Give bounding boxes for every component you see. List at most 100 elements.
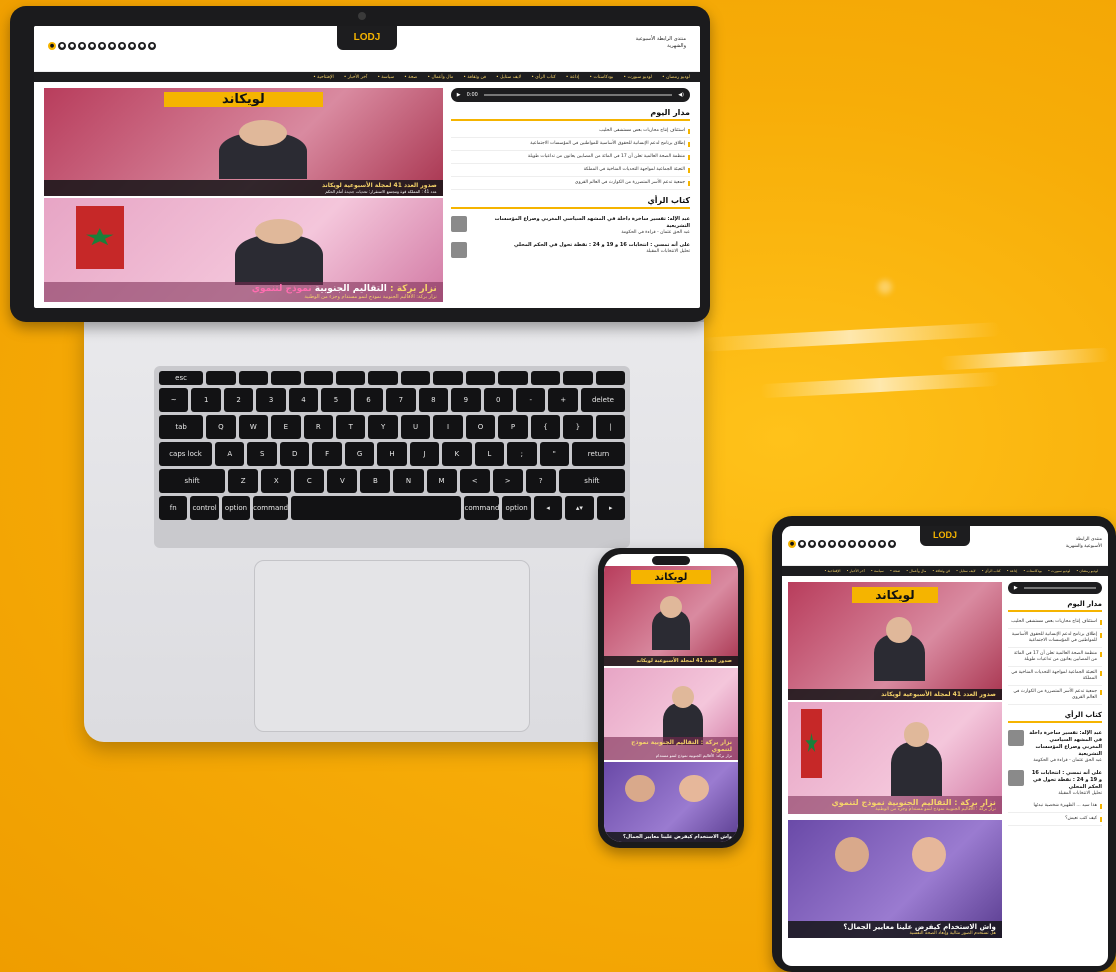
tablet-hero-1[interactable]: لويكاند صدور العدد 41 لمجلة الأسبوعية لو… bbox=[788, 582, 1002, 700]
key[interactable]: G bbox=[344, 442, 375, 466]
play-icon[interactable]: ▶ bbox=[457, 92, 461, 98]
key[interactable]: command bbox=[253, 496, 289, 520]
key[interactable]: U bbox=[400, 415, 431, 439]
pinterest-icon[interactable]: ● bbox=[818, 540, 826, 548]
hero-slide-2[interactable]: نزار بركة : التقاليم الجنوبية نموذج لتنم… bbox=[44, 198, 443, 302]
key[interactable]: 8 bbox=[418, 388, 449, 412]
key[interactable]: T bbox=[335, 415, 366, 439]
key[interactable]: 6 bbox=[353, 388, 384, 412]
pinterest-icon[interactable]: ● bbox=[78, 42, 86, 50]
key[interactable] bbox=[465, 371, 496, 385]
key[interactable]: ▴▾ bbox=[565, 496, 594, 520]
x-icon[interactable]: ● bbox=[118, 42, 126, 50]
nav-item[interactable]: • لايف ستايل bbox=[496, 75, 521, 80]
key[interactable] bbox=[368, 371, 398, 385]
key[interactable] bbox=[530, 371, 561, 385]
phone-hero-1[interactable]: لويكاند صدور العدد 41 لمجلة الأسبوعية لو… bbox=[604, 566, 738, 666]
key[interactable]: W bbox=[238, 415, 269, 439]
key[interactable] bbox=[335, 371, 366, 385]
key[interactable]: control bbox=[190, 496, 219, 520]
key[interactable]: 9 bbox=[451, 388, 481, 412]
audio-progress[interactable] bbox=[1023, 587, 1096, 589]
key[interactable] bbox=[271, 371, 301, 385]
news-item[interactable]: جمعية تدعم الأسر المتضررة من الكوارث في … bbox=[1007, 686, 1103, 705]
key[interactable]: O bbox=[465, 415, 496, 439]
key[interactable]: K bbox=[442, 442, 472, 466]
nav-item[interactable]: • الإفتتاحية bbox=[824, 569, 840, 573]
news-item[interactable]: جمعية تدعم الأسر المتضررة من الكوارث في … bbox=[450, 177, 691, 190]
key[interactable] bbox=[498, 371, 528, 385]
nav-item[interactable]: • فن وثقافة bbox=[932, 569, 950, 573]
nav-item[interactable]: • لوديو رمضان bbox=[1076, 569, 1098, 573]
key[interactable]: - bbox=[515, 388, 546, 412]
key[interactable]: C bbox=[294, 469, 325, 493]
instagram-icon[interactable]: ● bbox=[808, 540, 816, 548]
nav-item[interactable]: • آخر الأخبار bbox=[344, 75, 368, 80]
key[interactable]: ~ bbox=[159, 388, 189, 412]
nav-item[interactable]: • إذاعة bbox=[566, 75, 580, 80]
key[interactable]: command bbox=[464, 496, 500, 520]
news-item[interactable]: استئناف إنتاج محاربات بعض مستشفى الحليب bbox=[450, 125, 691, 138]
news-item[interactable]: كيف كتب نعيش؟ bbox=[1007, 813, 1103, 826]
key[interactable]: S bbox=[247, 442, 277, 466]
facebook-icon[interactable]: ● bbox=[838, 540, 846, 548]
laptop-keyboard[interactable]: esc ~1 2 3 4 5 6 7 8 9 0- + delete tab Q W E R T Y U I O P{} | ca… bbox=[154, 366, 630, 548]
nav-item[interactable]: • الإفتتاحية bbox=[313, 75, 334, 80]
key[interactable] bbox=[238, 371, 269, 385]
key[interactable]: shift bbox=[558, 469, 625, 493]
opinion-item[interactable]: عبد الإله: تفسير ساخرة داخلة في المشهد ا… bbox=[1007, 727, 1102, 767]
key[interactable]: ; bbox=[507, 442, 537, 466]
key[interactable] bbox=[433, 371, 463, 385]
key[interactable]: esc bbox=[159, 371, 204, 385]
tiktok-icon[interactable]: ● bbox=[58, 42, 66, 50]
opinion-item[interactable]: على أنه تمسي : انتخابات 16 و 19 و 24 : ن… bbox=[450, 239, 690, 261]
key[interactable]: option bbox=[502, 496, 531, 520]
nav-item[interactable]: • كتاب الرأي bbox=[982, 569, 1001, 573]
key[interactable]: ? bbox=[525, 469, 556, 493]
key[interactable]: I bbox=[433, 415, 463, 439]
key[interactable]: Q bbox=[206, 415, 236, 439]
key[interactable]: E bbox=[271, 415, 301, 439]
key[interactable]: M bbox=[426, 469, 457, 493]
linkedin-icon[interactable]: ● bbox=[848, 540, 856, 548]
tablet-hero-2[interactable]: نزار بركة : التقاليم الجنوبية نموذج لتنم… bbox=[788, 702, 1002, 814]
nav-item[interactable]: • آخر الأخبار bbox=[846, 569, 864, 573]
instagram-icon[interactable]: ● bbox=[68, 42, 76, 50]
key[interactable]: N bbox=[393, 469, 424, 493]
key[interactable]: 2 bbox=[223, 388, 254, 412]
key[interactable]: shift bbox=[159, 469, 226, 493]
youtube-icon[interactable]: ● bbox=[48, 42, 56, 50]
key[interactable]: fn bbox=[159, 496, 188, 520]
tiktok-icon[interactable]: ● bbox=[798, 540, 806, 548]
key[interactable]: option bbox=[221, 496, 251, 520]
key[interactable]: return bbox=[572, 442, 626, 466]
nav-item[interactable]: • كتاب الرأي bbox=[531, 75, 556, 80]
site-logo[interactable]: LODJ bbox=[920, 526, 970, 546]
nav-item[interactable]: • مال وأعمال bbox=[906, 569, 926, 573]
phone-hero-2[interactable]: نزار بركة : التقاليم الجنوبية نموذج لتنم… bbox=[604, 668, 738, 760]
nav-item[interactable]: • لوديو سبورت bbox=[623, 75, 652, 80]
nav-item[interactable]: • إذاعة bbox=[1007, 569, 1018, 573]
nav-item[interactable]: • بودكاستات bbox=[589, 75, 613, 80]
hero-headline[interactable]: صدور العدد 41 لمجلة الأسبوعية لويكاند bbox=[322, 182, 437, 189]
key[interactable]: L bbox=[474, 442, 505, 466]
key[interactable]: A bbox=[215, 442, 245, 466]
news-item[interactable]: التعبئة الجماعية لمواجهة التحديات المناخ… bbox=[1007, 667, 1103, 686]
news-item[interactable]: استئناف إنتاج محاربات بعض مستشفى الحليب bbox=[1007, 616, 1103, 629]
key[interactable]: | bbox=[595, 415, 626, 439]
key[interactable]: X bbox=[261, 469, 292, 493]
facebook-icon[interactable]: ● bbox=[98, 42, 106, 50]
share-icon[interactable]: ● bbox=[148, 42, 156, 50]
telegram-icon[interactable]: ● bbox=[828, 540, 836, 548]
audio-player[interactable]: ▶ bbox=[1007, 582, 1102, 594]
nav-item[interactable]: • لوديو سبورت bbox=[1048, 569, 1070, 573]
key[interactable] bbox=[563, 371, 593, 385]
nav-item[interactable]: • صحة bbox=[404, 75, 417, 80]
key[interactable]: 0 bbox=[483, 388, 513, 412]
key[interactable]: ▸ bbox=[596, 496, 625, 520]
news-item[interactable]: إطلاق برنامج لدعم الإنسانية للحقوق الأسا… bbox=[1007, 629, 1103, 648]
nav-item[interactable]: • فن وثقافة bbox=[463, 75, 486, 80]
share-icon[interactable]: ● bbox=[888, 540, 896, 548]
key[interactable]: H bbox=[377, 442, 407, 466]
youtube-icon[interactable]: ● bbox=[788, 540, 796, 548]
